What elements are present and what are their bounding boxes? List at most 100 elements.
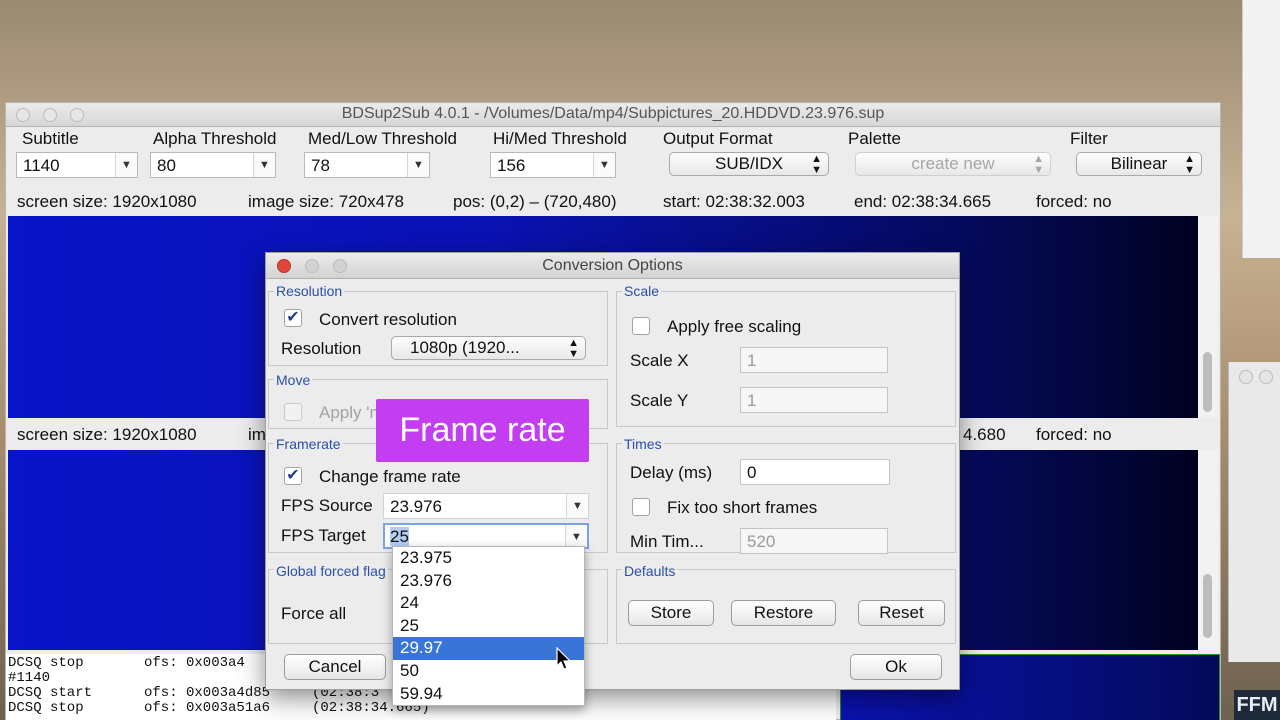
min-time-field[interactable]: 520 xyxy=(740,528,888,554)
fps-option[interactable]: 59.94 xyxy=(393,683,584,706)
ffm-watermark: FFM xyxy=(1234,690,1280,720)
change-frame-rate-checkbox[interactable]: ✔ xyxy=(284,467,302,485)
subtitle-value: 1140 xyxy=(23,156,60,175)
checkmark-icon: ✔ xyxy=(286,467,300,484)
mouse-pointer-icon xyxy=(556,647,572,670)
cancel-button[interactable]: Cancel xyxy=(284,654,386,680)
up-down-arrows-icon: ▲ ▼ xyxy=(1184,153,1195,176)
up-down-arrows-icon: ▲ ▼ xyxy=(568,337,579,360)
filter-label: Filter xyxy=(1070,129,1108,148)
preview-scrollbar[interactable] xyxy=(1198,216,1218,418)
fps-target-dropdown: 23.975 23.976 24 25 29.97 50 59.94 xyxy=(392,546,585,706)
fps-option[interactable]: 23.975 xyxy=(393,547,584,570)
log-row: ofs: 0x003a51a6 xyxy=(144,700,271,716)
convert-resolution-checkbox[interactable]: ✔ xyxy=(284,309,302,327)
fps-target-label: FPS Target xyxy=(281,526,366,545)
conversion-options-dialog: Conversion Options Resolution ✔ Convert … xyxy=(265,252,960,690)
log-row: #1140 xyxy=(8,670,51,686)
change-frame-rate-label: Change frame rate xyxy=(319,467,461,486)
info2-screen-size: screen size: 1920x1080 xyxy=(17,425,197,444)
fps-source-value: 23.976 xyxy=(390,497,442,516)
resolution-label: Resolution xyxy=(281,339,362,358)
fps-option[interactable]: 23.976 xyxy=(393,570,584,593)
log-row: DCSQ stop xyxy=(8,655,84,671)
output-format-value: SUB/IDX xyxy=(714,154,784,173)
filter-popup[interactable]: Bilinear ▲ ▼ xyxy=(1076,152,1202,176)
palette-popup[interactable]: create new ▲ ▼ xyxy=(855,152,1051,176)
forced-flag-legend: Global forced flag xyxy=(274,563,388,579)
output-format-popup[interactable]: SUB/IDX ▲ ▼ xyxy=(669,152,829,176)
apply-free-scaling-checkbox[interactable] xyxy=(632,317,650,335)
fps-target-value: 25 xyxy=(390,527,409,546)
info-forced: forced: no xyxy=(1036,192,1112,211)
up-down-arrows-icon: ▲ ▼ xyxy=(811,153,822,176)
up-down-arrows-icon: ▲ ▼ xyxy=(1033,153,1044,176)
info2-end: 4.680 xyxy=(963,425,1006,444)
himed-threshold-label: Hi/Med Threshold xyxy=(493,129,627,148)
fix-short-frames-label: Fix too short frames xyxy=(667,498,818,517)
force-all-label: Force all xyxy=(281,604,347,623)
checkmark-icon: ✔ xyxy=(286,309,300,326)
dialog-title-bar: Conversion Options xyxy=(266,253,959,279)
ok-button[interactable]: Ok xyxy=(850,654,942,680)
apply-move-checkbox[interactable] xyxy=(284,403,302,421)
fps-option[interactable]: 25 xyxy=(393,615,584,638)
scale-legend: Scale xyxy=(622,283,662,299)
palette-value: create new xyxy=(911,154,995,173)
delay-label: Delay (ms) xyxy=(630,463,713,482)
reset-button[interactable]: Reset xyxy=(858,600,945,626)
palette-label: Palette xyxy=(848,129,901,148)
alpha-threshold-value: 80 xyxy=(157,156,176,175)
himed-threshold-combo[interactable]: 156 ▼ xyxy=(490,152,616,178)
info-image-size: image size: 720x478 xyxy=(248,192,404,211)
alpha-threshold-label: Alpha Threshold xyxy=(153,129,277,148)
log-row: DCSQ stop xyxy=(8,700,84,716)
chevron-down-icon: ▼ xyxy=(115,153,137,177)
min-time-label: Min Tim... xyxy=(630,532,704,551)
scrollbar-thumb[interactable] xyxy=(1203,352,1212,412)
resolution-popup[interactable]: 1080p (1920... ▲ ▼ xyxy=(391,336,586,360)
info-end: end: 02:38:34.665 xyxy=(854,192,992,211)
bg-window-close-icon xyxy=(1239,370,1253,384)
info2-image-size: im xyxy=(248,425,266,444)
background-window-mid-right xyxy=(1228,362,1280,662)
fps-source-label: FPS Source xyxy=(281,496,373,515)
delay-field[interactable]: 0 xyxy=(740,459,890,485)
target-preview-scrollbar[interactable] xyxy=(1198,450,1218,650)
subtitle-label: Subtitle xyxy=(22,129,79,148)
restore-button[interactable]: Restore xyxy=(731,600,836,626)
chevron-down-icon: ▼ xyxy=(593,153,615,177)
bg-window-minimize-icon xyxy=(1259,370,1273,384)
frame-rate-caption: Frame rate xyxy=(376,399,589,462)
convert-resolution-label: Convert resolution xyxy=(319,310,457,329)
main-title-bar: BDSup2Sub 4.0.1 - /Volumes/Data/mp4/Subp… xyxy=(6,103,1220,127)
alpha-threshold-combo[interactable]: 80 ▼ xyxy=(150,152,276,178)
times-legend: Times xyxy=(622,436,664,452)
scale-x-field[interactable]: 1 xyxy=(740,347,888,373)
apply-free-scaling-label: Apply free scaling xyxy=(667,317,802,336)
chevron-down-icon: ▼ xyxy=(565,525,587,547)
framerate-legend: Framerate xyxy=(274,436,343,452)
move-legend: Move xyxy=(274,372,313,388)
resolution-legend: Resolution xyxy=(274,283,345,299)
fix-short-frames-checkbox[interactable] xyxy=(632,498,650,516)
himed-threshold-value: 156 xyxy=(497,156,526,175)
fps-option[interactable]: 24 xyxy=(393,592,584,615)
store-button[interactable]: Store xyxy=(628,600,714,626)
scrollbar-thumb[interactable] xyxy=(1203,574,1212,638)
chevron-down-icon: ▼ xyxy=(253,153,275,177)
medlow-threshold-combo[interactable]: 78 ▼ xyxy=(304,152,430,178)
subtitle-combo[interactable]: 1140 ▼ xyxy=(16,152,138,178)
scale-x-label: Scale X xyxy=(630,351,689,370)
resolution-value: 1080p (1920... xyxy=(410,338,520,357)
scale-y-field[interactable]: 1 xyxy=(740,387,888,413)
main-window-title: BDSup2Sub 4.0.1 - /Volumes/Data/mp4/Subp… xyxy=(341,105,885,122)
chevron-down-icon: ▼ xyxy=(407,153,429,177)
output-format-label: Output Format xyxy=(663,129,773,148)
info-position: pos: (0,2) – (720,480) xyxy=(453,192,617,211)
info-screen-size: screen size: 1920x1080 xyxy=(17,192,197,211)
log-row: ofs: 0x003a4d85 xyxy=(144,685,271,701)
fps-source-combo[interactable]: 23.976 ▼ xyxy=(383,493,589,519)
log-row: DCSQ start xyxy=(8,685,93,701)
chevron-down-icon: ▼ xyxy=(566,494,588,518)
